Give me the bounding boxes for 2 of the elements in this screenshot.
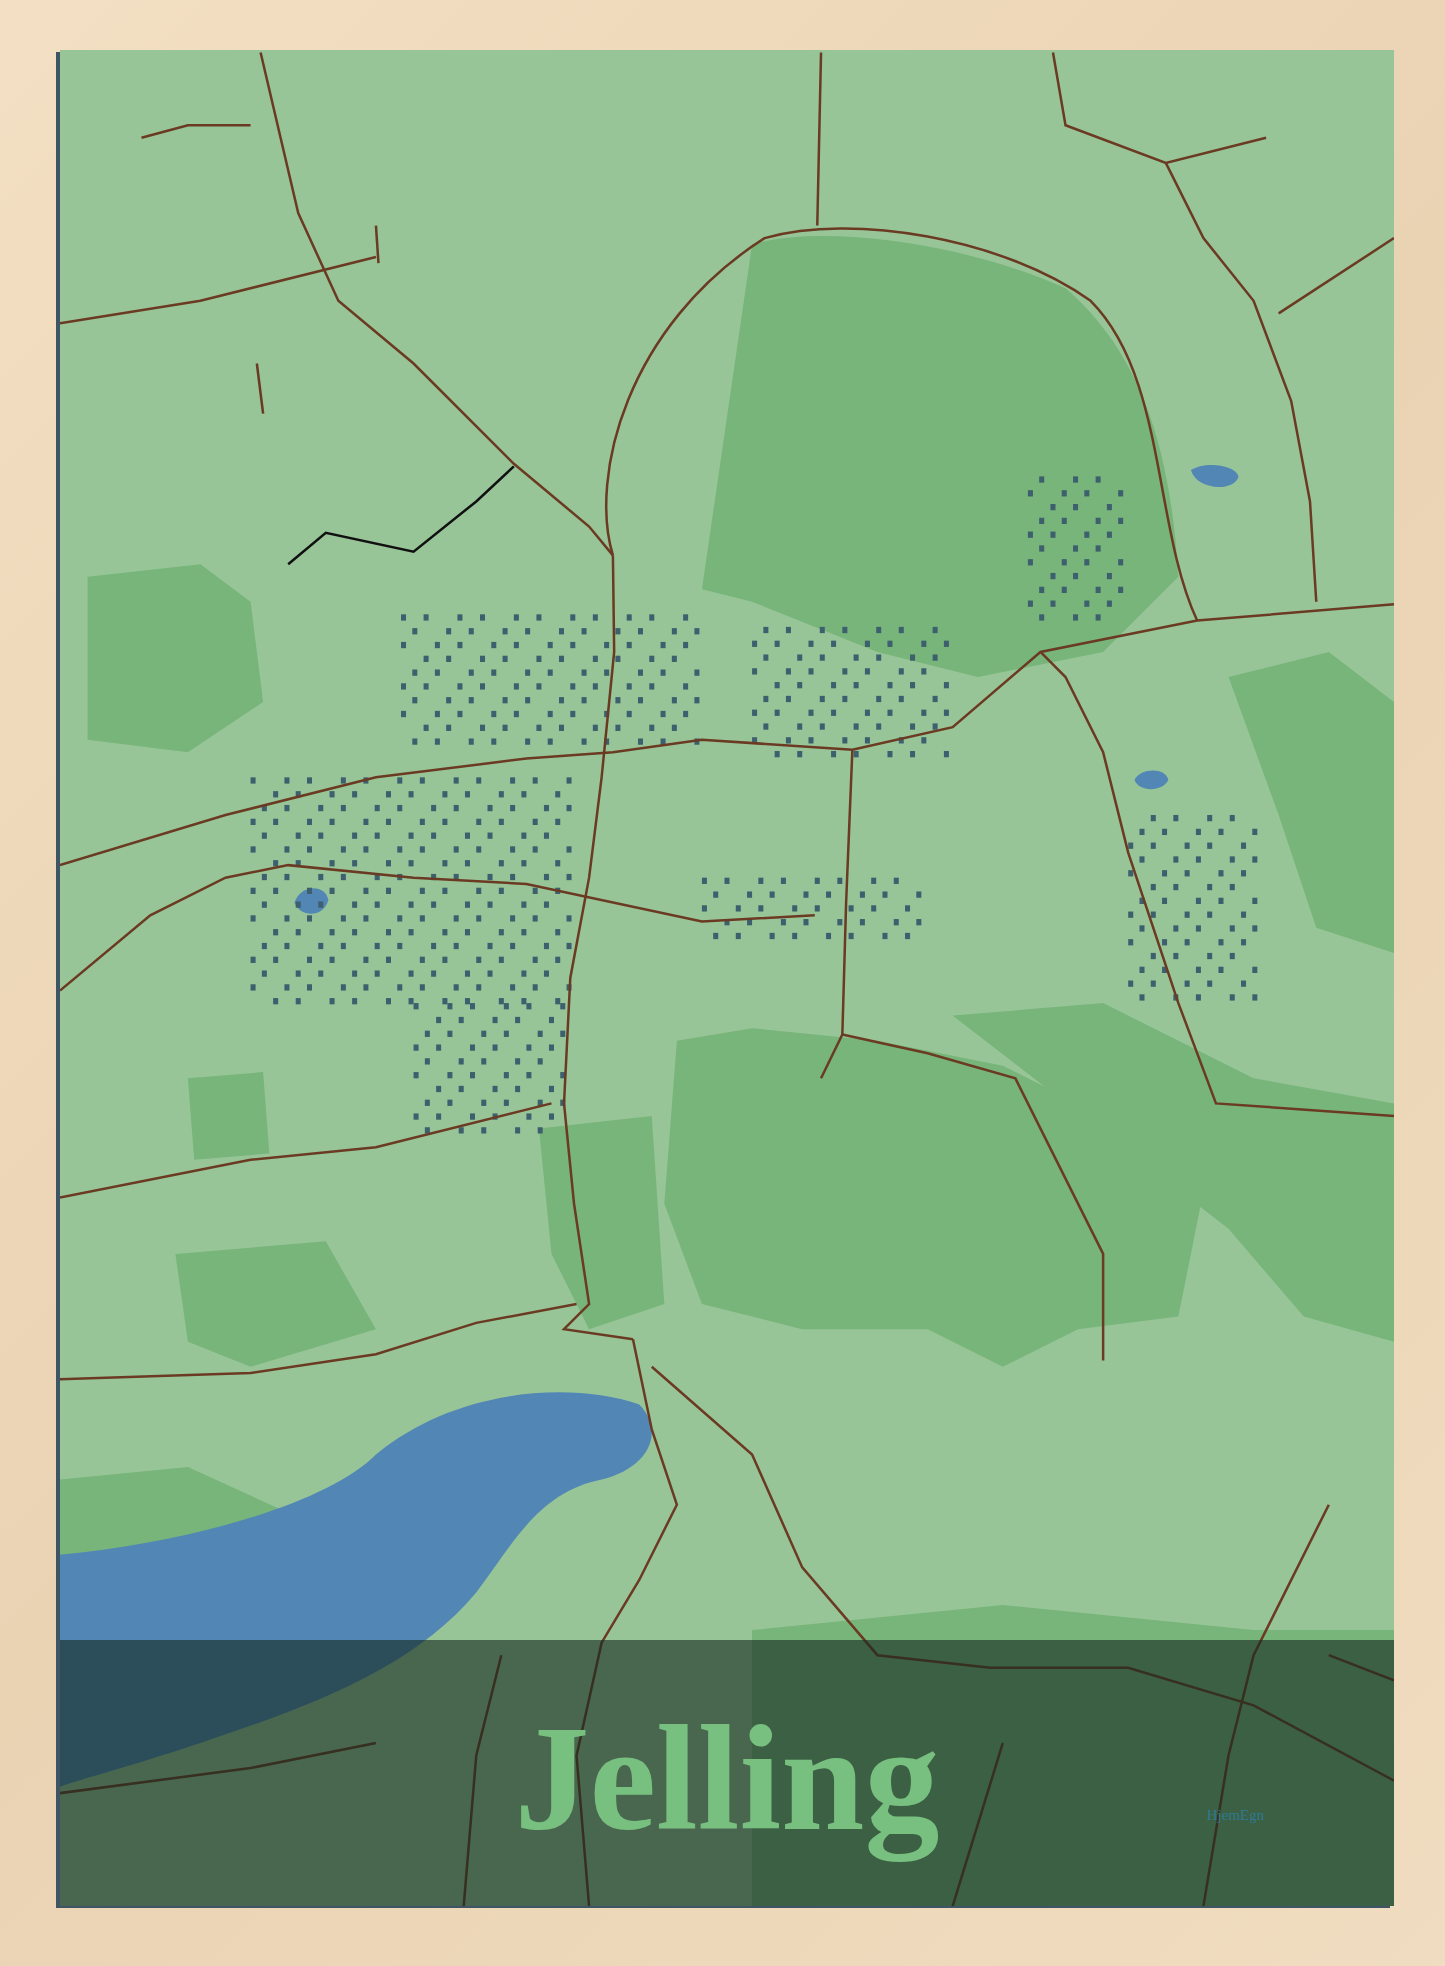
brand-logo-text: HjemEgn: [1206, 1807, 1264, 1824]
poster-title: Jelling: [514, 1693, 940, 1864]
